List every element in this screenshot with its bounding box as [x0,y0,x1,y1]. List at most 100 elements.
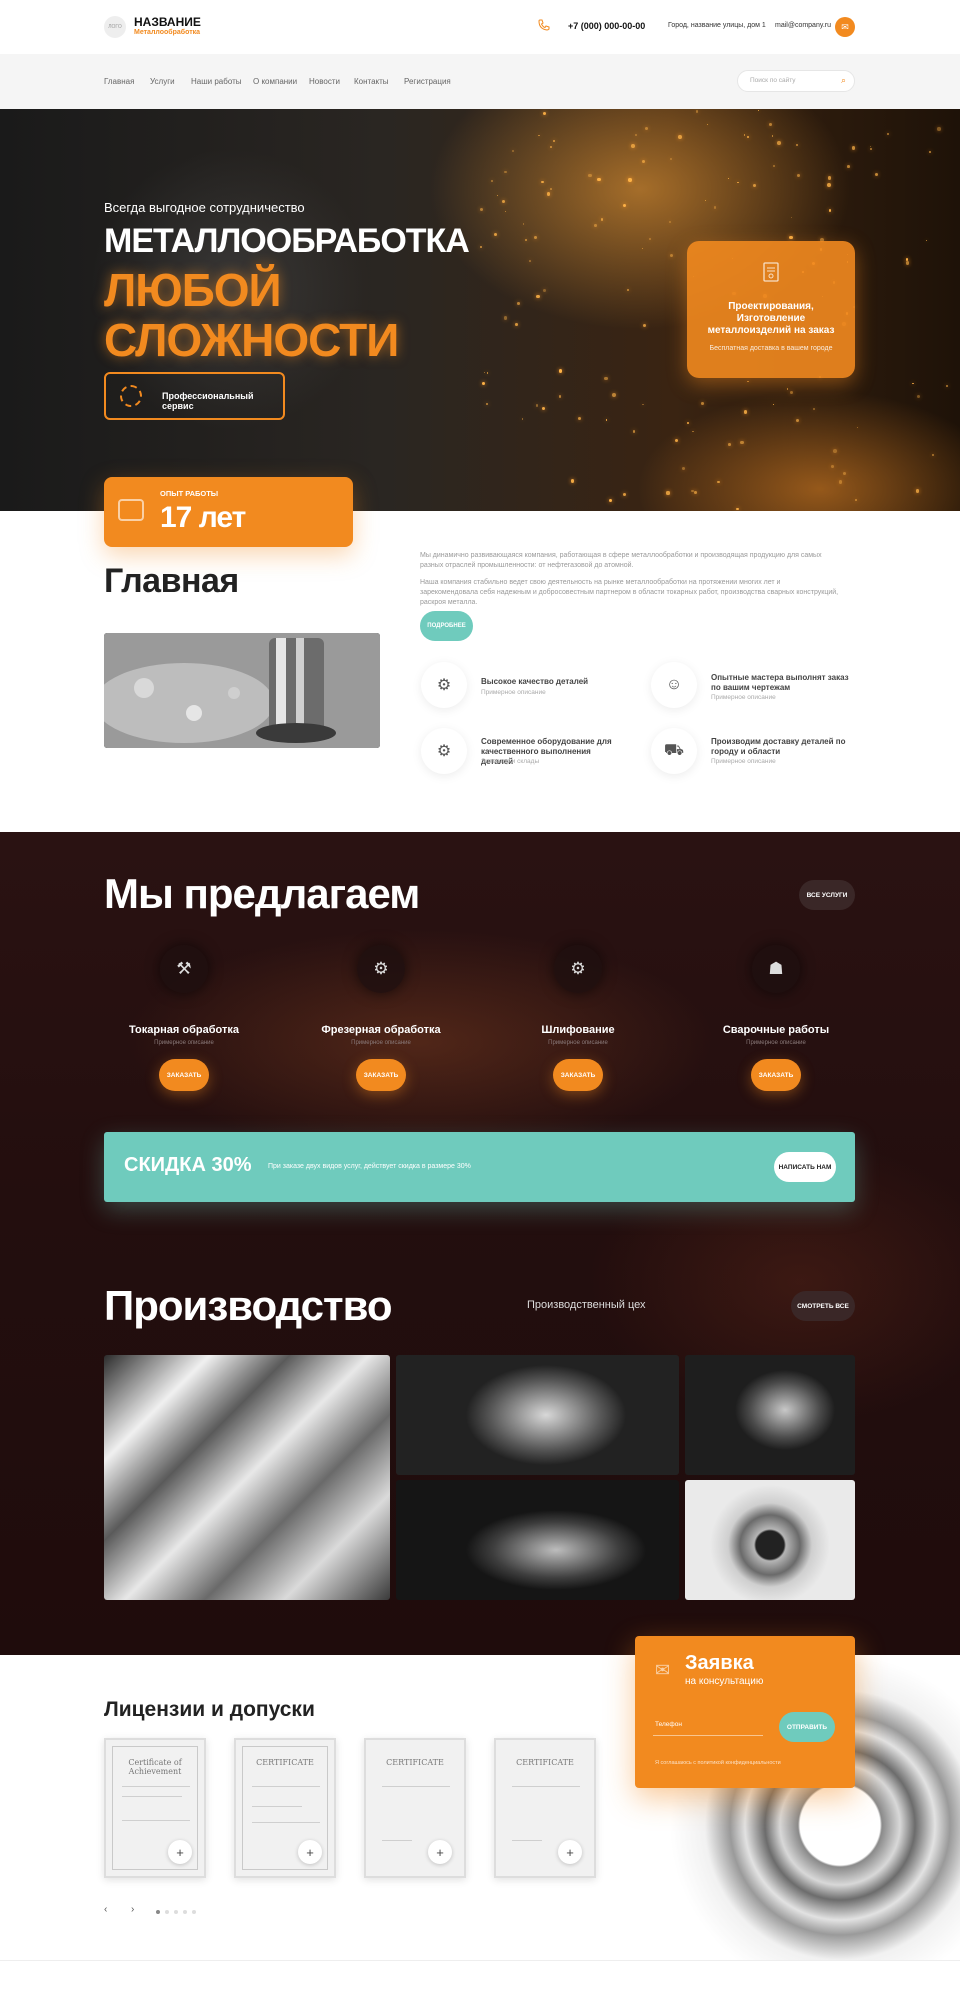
spark-particle [630,144,635,148]
about-paragraph-1: Мы динамично развивающаяся компания, раб… [420,552,822,569]
certificate-line [122,1786,190,1787]
certificate-card-1[interactable]: Certificate of Achievement + [104,1738,206,1878]
spark-particle [643,324,647,328]
hero-info-card[interactable]: Проектирования, Изготовление металлоизде… [687,241,855,378]
spark-particle [706,123,709,125]
spark-particle [827,183,832,188]
footer-strip [0,1960,960,2000]
spark-particle [851,146,856,150]
slider-prev-arrow[interactable]: ‹ [104,1904,107,1915]
spark-particle [553,139,556,142]
email-link[interactable]: mail@company.ru [775,22,831,29]
spark-particle [666,491,670,495]
certificate-card-3[interactable]: CERTIFICATE + [364,1738,466,1878]
all-services-button[interactable]: ВСЕ УСЛУГИ [799,880,855,910]
spark-particle [915,489,919,493]
production-title: Производство [104,1282,393,1329]
order-button-2[interactable]: ЗАКАЗАТЬ [356,1059,406,1091]
nav-item-services[interactable]: Услуги [150,77,175,86]
spark-particle [669,253,674,258]
gallery-photo-cnc[interactable] [396,1480,679,1600]
spark-particle [838,480,842,484]
lathe-icon: ⚒ [160,945,208,993]
gears-icon: ⚙ [421,662,467,708]
spark-particle [670,158,673,161]
zoom-plus-icon[interactable]: + [558,1840,582,1864]
spark-particle [790,217,792,219]
gallery-photo-gear-cutter[interactable] [685,1480,855,1600]
certificate-card-4[interactable]: CERTIFICATE + [494,1738,596,1878]
slider-next-arrow[interactable]: › [131,1904,134,1915]
slider-dot[interactable] [183,1910,187,1914]
hero-title-line2: ЛЮБОЙ СЛОЖНОСТИ [104,265,399,365]
spark-particle [634,133,637,136]
spark-particle [536,294,540,299]
nav-item-contacts[interactable]: Контакты [354,77,389,86]
about-paragraph-2: Наша компания стабильно ведет свою деяте… [420,579,839,606]
order-button-1[interactable]: ЗАКАЗАТЬ [159,1059,209,1091]
slider-dot[interactable] [192,1910,196,1914]
spark-particle [945,385,949,388]
nav-item-works[interactable]: Наши работы [191,77,242,86]
spark-particle [522,223,525,226]
gallery-photo-drill[interactable] [104,1355,390,1600]
zoom-plus-icon[interactable]: + [298,1840,322,1864]
envelope-icon: ✉ [655,1660,671,1680]
spark-particle [855,499,858,501]
document-icon [761,261,781,288]
write-us-button[interactable]: НАПИСАТЬ НАМ [774,1152,836,1182]
spark-particle [905,260,910,265]
service-name-4: Сварочные работы [722,1024,830,1036]
mail-icon[interactable]: ✉ [835,17,855,37]
nav-item-about[interactable]: О компании [253,77,297,86]
spark-particle [605,419,608,421]
service-name-1: Токарная обработка [129,1024,239,1036]
more-button[interactable]: ПОДРОБНЕЕ [420,611,473,641]
search-input[interactable]: Поиск по сайту ⌕ [737,70,855,92]
spark-particle [747,380,749,383]
search-icon[interactable]: ⌕ [841,75,846,86]
site-name[interactable]: НАЗВАНИЕ [134,15,201,29]
spark-particle [686,421,690,425]
slider-dot-active[interactable] [156,1910,160,1914]
send-button[interactable]: ОТПРАВИТЬ [779,1712,835,1742]
nav-item-register[interactable]: Регистрация [404,77,451,86]
phone-input-placeholder: Телефон [655,1721,682,1728]
feature-sub-1: Примерное описание [481,689,546,696]
search-placeholder: Поиск по сайту [750,77,796,84]
feature-sub-4: Примерное описание [711,758,776,765]
nav-item-news[interactable]: Новости [309,77,340,86]
view-all-button[interactable]: СМОТРЕТЬ ВСЕ [791,1291,855,1321]
gallery-photo-mill-head[interactable] [685,1355,855,1475]
logo-icon[interactable]: ЛОГО [104,16,126,38]
spark-particle [578,417,582,421]
spark-particle [529,260,531,262]
spark-particle [931,454,934,457]
hero-card-title: Проектирования, Изготовление металлоизде… [707,301,835,336]
experience-value: 17 лет [160,501,246,534]
phone-icon [538,19,552,33]
order-button-3[interactable]: ЗАКАЗАТЬ [553,1059,603,1091]
spark-particle [681,467,685,471]
nav-item-home[interactable]: Главная [104,77,134,86]
gallery-photo-lathe[interactable] [396,1355,679,1475]
zoom-plus-icon[interactable]: + [428,1840,452,1864]
spark-particle [623,204,627,208]
spark-particle [628,178,632,182]
spark-particle [831,465,834,468]
spark-particle [832,448,837,453]
spark-particle [549,145,552,148]
slider-dot[interactable] [165,1910,169,1914]
slider-dot[interactable] [174,1910,178,1914]
spark-particle [611,392,616,397]
privacy-agreement[interactable]: Я соглашаюсь с политикой конфиденциально… [655,1760,781,1766]
certificate-line [252,1806,302,1807]
order-button-4[interactable]: ЗАКАЗАТЬ [751,1059,801,1091]
certificate-card-2[interactable]: CERTIFICATE + [234,1738,336,1878]
spark-particle [812,407,816,411]
professional-service-button[interactable]: Профессиональный сервис [104,372,285,420]
phone-input[interactable]: Телефон [653,1716,763,1736]
zoom-plus-icon[interactable]: + [168,1840,192,1864]
spark-particle [746,136,749,139]
phone-number[interactable]: +7 (000) 000-00-00 [568,21,645,31]
